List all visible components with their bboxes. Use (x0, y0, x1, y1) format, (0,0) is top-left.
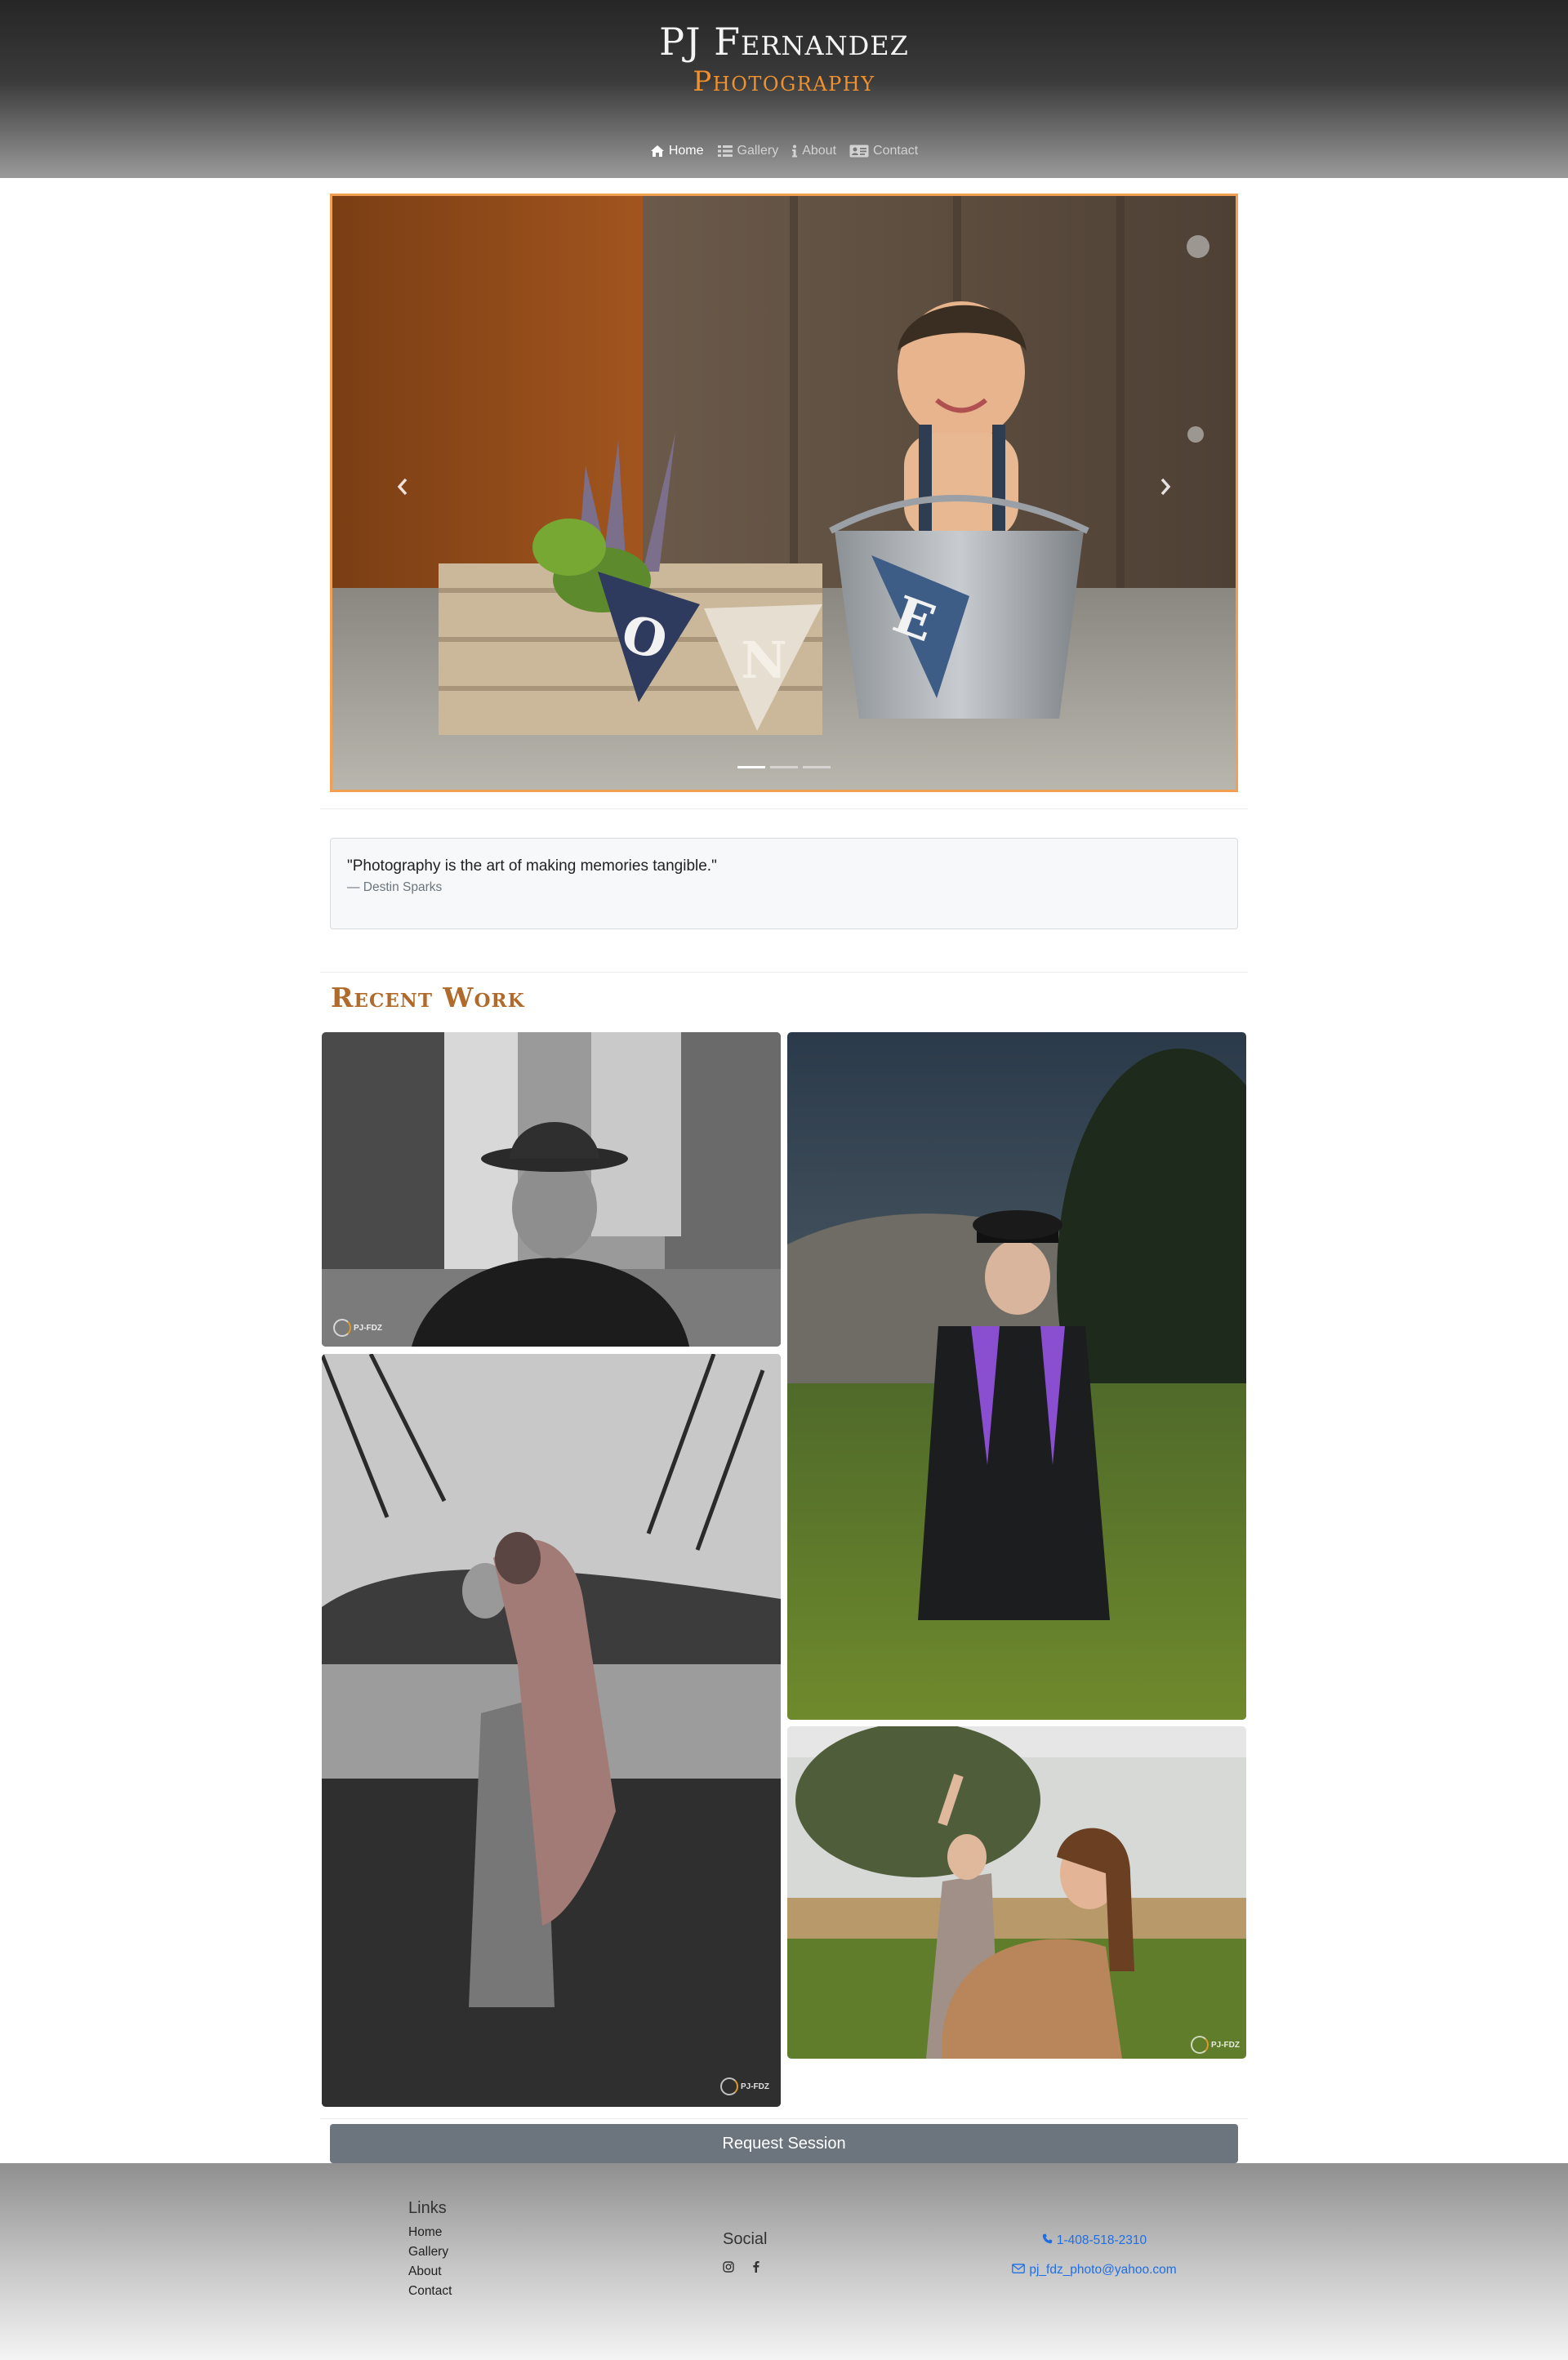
footer-email-link[interactable]: pj_fdz_photo@yahoo.com (980, 2263, 1209, 2278)
phone-icon (1042, 2233, 1053, 2248)
info-icon (791, 145, 798, 158)
chevron-right-icon (1159, 477, 1172, 501)
divider (320, 972, 1248, 973)
social-icons (723, 2260, 767, 2273)
nav-item-label: Home (668, 144, 704, 158)
quote-card: "Photography is the art of making memori… (330, 838, 1238, 929)
footer-link-about[interactable]: About (408, 2262, 452, 2282)
footer-link-contact[interactable]: Contact (408, 2282, 452, 2301)
envelope-icon (1012, 2263, 1026, 2278)
quote-author: — Destin Sparks (347, 880, 443, 894)
footer-link-gallery[interactable]: Gallery (408, 2242, 452, 2262)
watermark-logo-icon (1191, 2036, 1209, 2054)
photo-watermark: PJ-FDZ (333, 1319, 382, 1337)
footer-contact-column: 1-408-518-2310 pj_fdz_photo@yahoo.com (980, 2233, 1209, 2278)
carousel-prev-button[interactable] (386, 472, 419, 505)
recent-photo-graduation-portrait[interactable] (787, 1032, 1246, 1720)
carousel-indicator[interactable] (770, 766, 798, 768)
footer-social-heading: Social (723, 2230, 768, 2248)
chevron-left-icon (396, 477, 409, 501)
home-icon (650, 145, 665, 158)
facebook-icon[interactable] (752, 2260, 760, 2273)
photo-couple-image (322, 1354, 781, 2107)
carousel-indicator[interactable] (737, 766, 765, 768)
recent-photo-street-portrait[interactable]: PJ-FDZ (322, 1032, 781, 1347)
recent-photo-family-portrait[interactable]: PJ-FDZ (787, 1726, 1246, 2059)
photo-graduation-image (787, 1032, 1246, 1720)
request-session-button[interactable]: Request Session (330, 2124, 1238, 2163)
footer-social-column: Social (723, 2230, 767, 2273)
brand-tagline: Photography (693, 65, 875, 98)
watermark-text: PJ-FDZ (1211, 2040, 1240, 2050)
carousel-photo-first-birthday: O N E (332, 196, 1236, 790)
carousel-letter-n: N (741, 630, 787, 690)
carousel-indicator[interactable] (803, 766, 831, 768)
watermark-text: PJ-FDZ (741, 2082, 769, 2091)
photo-watermark: PJ-FDZ (1191, 2036, 1240, 2054)
nav-item-contact[interactable]: Contact (849, 144, 918, 158)
divider (320, 808, 1248, 809)
nav-item-about[interactable]: About (791, 144, 836, 158)
nav-item-home[interactable]: Home (650, 144, 704, 158)
contact-card-icon (849, 145, 869, 158)
instagram-icon[interactable] (723, 2260, 734, 2273)
main-nav: Home Gallery About Contact (0, 144, 1568, 158)
photo-street-portrait-image (322, 1032, 781, 1347)
brand-name[interactable]: PJ Fernandez (0, 20, 1568, 64)
site-footer: Links Home Gallery About Contact Social … (0, 2163, 1568, 2360)
watermark-text: PJ-FDZ (354, 1323, 382, 1333)
quote-text: "Photography is the art of making memori… (347, 857, 717, 875)
footer-phone-text: 1-408-518-2310 (1056, 2233, 1147, 2247)
watermark-logo-icon (333, 1319, 351, 1337)
nav-item-label: About (802, 144, 837, 158)
carousel-next-button[interactable] (1149, 472, 1182, 505)
footer-links-list: Home Gallery About Contact (408, 2223, 452, 2301)
watermark-logo-icon (720, 2077, 738, 2095)
footer-phone-link[interactable]: 1-408-518-2310 (980, 2233, 1209, 2248)
nav-item-label: Contact (873, 144, 919, 158)
photo-watermark: PJ-FDZ (720, 2077, 769, 2095)
recent-photo-couple-portrait[interactable]: PJ-FDZ (322, 1354, 781, 2107)
footer-link-home[interactable]: Home (408, 2223, 452, 2242)
hero-carousel[interactable]: O N E (330, 194, 1238, 792)
footer-links-column: Links Home Gallery About Contact (408, 2199, 452, 2301)
nav-item-gallery[interactable]: Gallery (717, 144, 779, 158)
divider (320, 2118, 1248, 2119)
nav-item-label: Gallery (737, 144, 779, 158)
recent-work-title: Recent Work (331, 982, 525, 1013)
footer-links-heading: Links (408, 2199, 447, 2217)
footer-email-text: pj_fdz_photo@yahoo.com (1029, 2263, 1177, 2277)
photo-family-image (787, 1726, 1246, 2059)
carousel-indicators (332, 766, 1236, 768)
list-icon (717, 145, 733, 158)
site-header: PJ Fernandez Photography Home Gallery Ab… (0, 0, 1568, 178)
